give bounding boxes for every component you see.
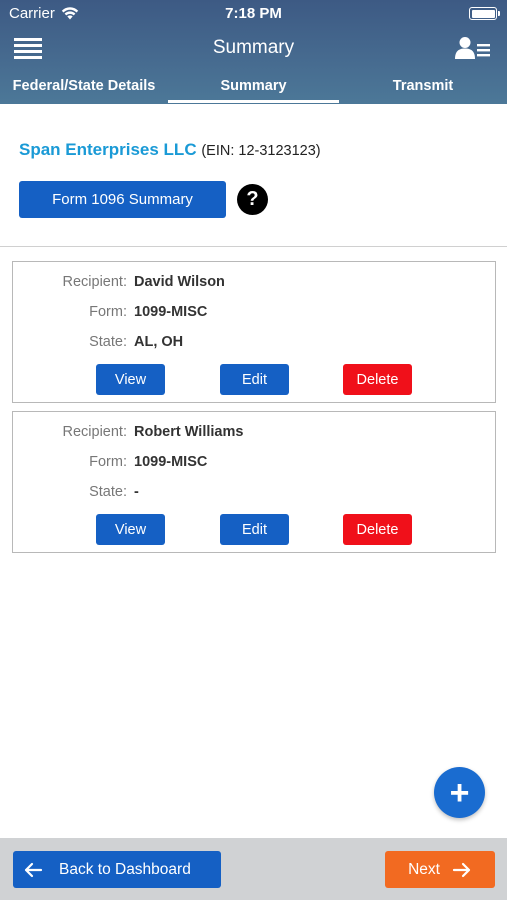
battery-icon — [469, 7, 500, 20]
recipient-card: Recipient: Robert Williams Form: 1099-MI… — [12, 411, 496, 553]
arrow-right-icon — [452, 862, 472, 878]
back-to-dashboard-label: Back to Dashboard — [59, 860, 191, 878]
form-type: 1099-MISC — [134, 454, 208, 470]
edit-button[interactable]: Edit — [220, 514, 289, 545]
state-value: - — [134, 484, 139, 500]
form-label: Form: — [89, 454, 127, 470]
recipient-card: Recipient: David Wilson Form: 1099-MISC … — [12, 261, 496, 403]
question-circle-icon[interactable]: ? — [237, 184, 268, 215]
status-bar: Carrier 7:18 PM — [0, 0, 507, 28]
next-button[interactable]: Next — [385, 851, 495, 888]
form-label: Form: — [89, 304, 127, 320]
next-label: Next — [408, 860, 440, 878]
delete-button[interactable]: Delete — [343, 514, 412, 545]
form-type: 1099-MISC — [134, 304, 208, 320]
arrow-left-icon — [23, 862, 49, 878]
tab-federal-state-details[interactable]: Federal/State Details — [0, 78, 168, 104]
recipient-row: Recipient: Robert Williams — [13, 424, 497, 444]
state-label: State: — [89, 334, 127, 350]
active-tab-indicator — [168, 100, 339, 103]
recipient-name: Robert Williams — [134, 424, 244, 440]
recipient-label: Recipient: — [62, 274, 127, 290]
tab-bar: Federal/State Details Summary Transmit — [0, 74, 507, 104]
recipient-row: Recipient: David Wilson — [13, 274, 497, 294]
tab-transmit[interactable]: Transmit — [339, 78, 507, 104]
user-list-icon[interactable] — [455, 36, 491, 60]
state-row: State: AL, OH — [13, 334, 497, 354]
state-label: State: — [89, 484, 127, 500]
plus-icon: + — [449, 773, 470, 812]
add-recipient-button[interactable]: + — [434, 767, 485, 818]
nav-bar: Summary — [0, 28, 507, 68]
delete-button[interactable]: Delete — [343, 364, 412, 395]
company-heading: Span Enterprises LLC (EIN: 12-3123123) — [19, 140, 321, 160]
section-divider — [0, 246, 507, 247]
page-title: Summary — [212, 37, 295, 58]
form-1096-summary-button[interactable]: Form 1096 Summary — [19, 181, 226, 218]
edit-button[interactable]: Edit — [220, 364, 289, 395]
form-row: Form: 1099-MISC — [13, 304, 497, 324]
state-row: State: - — [13, 484, 497, 504]
state-value: AL, OH — [134, 334, 184, 350]
recipient-name: David Wilson — [134, 274, 225, 290]
company-name: Span Enterprises LLC — [19, 140, 197, 159]
recipient-label: Recipient: — [62, 424, 127, 440]
back-to-dashboard-button[interactable]: Back to Dashboard — [13, 851, 221, 888]
app-header: Carrier 7:18 PM Summary Federal/State De… — [0, 0, 507, 104]
view-button[interactable]: View — [96, 364, 165, 395]
footer-bar: Back to Dashboard Next — [0, 838, 507, 900]
status-time: 7:18 PM — [225, 5, 282, 22]
view-button[interactable]: View — [96, 514, 165, 545]
form-row: Form: 1099-MISC — [13, 454, 497, 474]
company-ein: (EIN: 12-3123123) — [201, 143, 321, 159]
